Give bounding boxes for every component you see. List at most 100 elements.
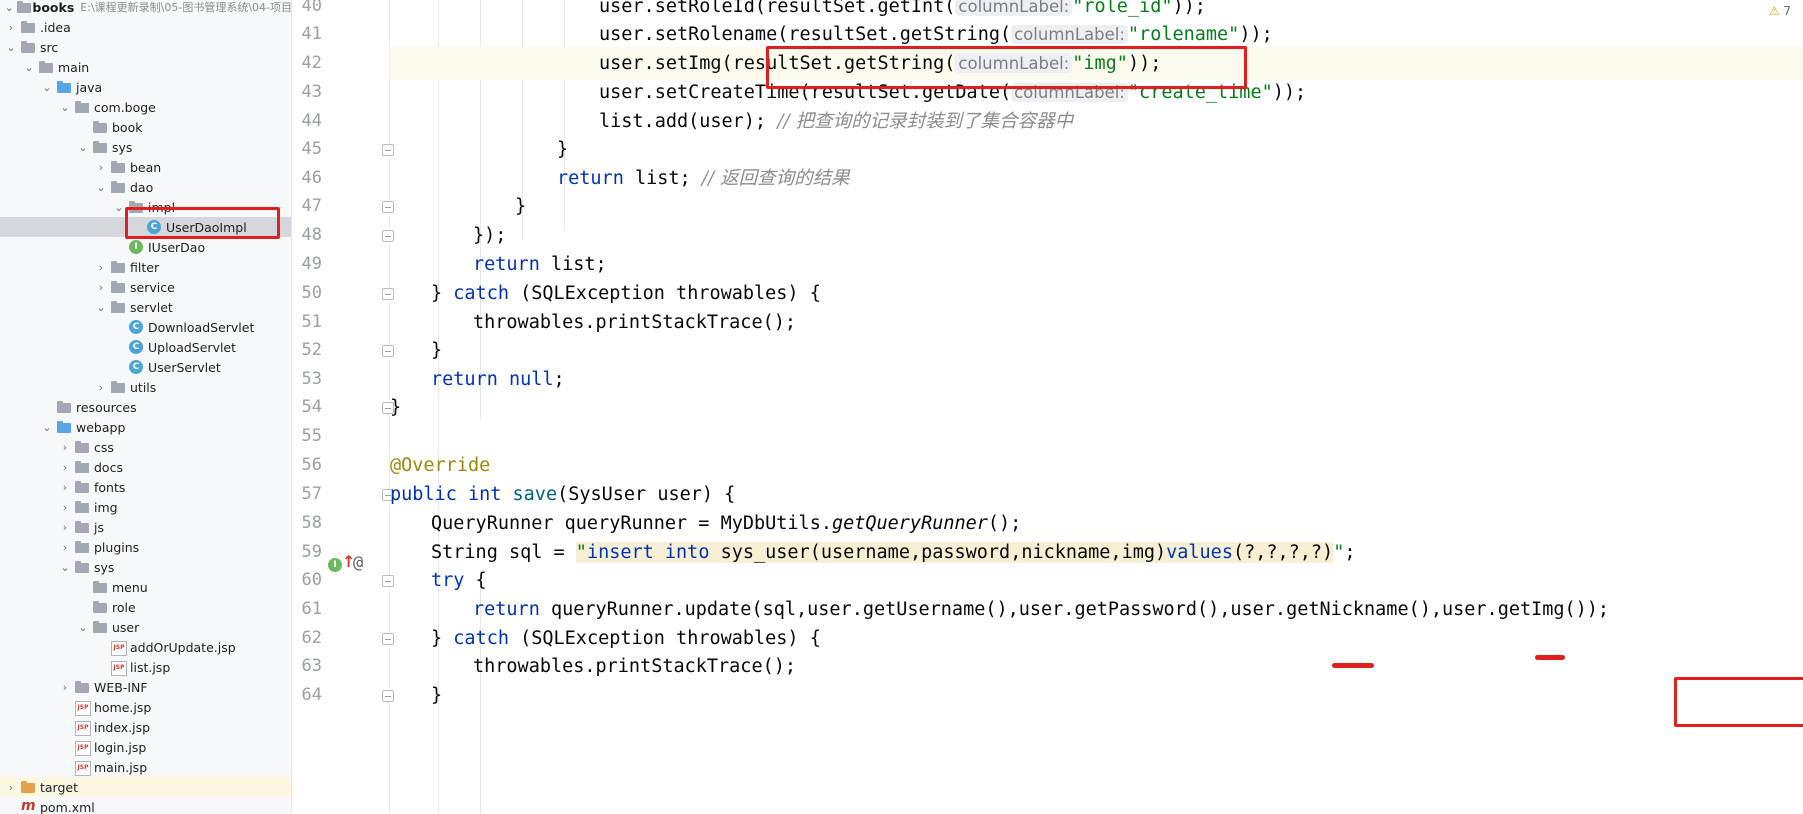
tree-item[interactable]: › bean <box>0 157 291 177</box>
code-editor[interactable]: I ↑ @ 40 41 42 43 44 45 46 47 48 49 50 51 52 53 54 55 56… <box>292 0 1803 814</box>
package-icon <box>110 260 126 274</box>
class-icon <box>128 360 144 374</box>
line-number: 51 <box>301 312 322 332</box>
chevron-right-icon[interactable]: › <box>94 281 108 294</box>
tree-item[interactable]: ·UserServlet <box>0 357 291 377</box>
tree-item[interactable]: › docs <box>0 457 291 477</box>
tree-item-label: fonts <box>94 479 126 495</box>
tree-item[interactable]: ·resources <box>0 397 291 417</box>
chevron-right-icon[interactable]: › <box>58 681 72 694</box>
line-number: 54 <box>301 397 322 417</box>
folder-icon <box>74 440 90 454</box>
chevron-down-icon[interactable]: ⌄ <box>112 201 126 214</box>
tree-item[interactable]: ·main.jsp <box>0 757 291 777</box>
tree-item[interactable]: ·addOrUpdate.jsp <box>0 637 291 657</box>
tree-item[interactable]: › WEB-INF <box>0 677 291 697</box>
chevron-down-icon[interactable]: ⌄ <box>40 81 54 94</box>
chevron-down-icon[interactable]: ⌄ <box>76 621 90 634</box>
chevron-right-icon[interactable]: › <box>58 481 72 494</box>
tree-item[interactable]: ·DownloadServlet <box>0 317 291 337</box>
chevron-right-icon[interactable]: › <box>94 381 108 394</box>
annotation-marker-icon[interactable]: @ <box>353 553 363 573</box>
tree-item[interactable]: › plugins <box>0 537 291 557</box>
tree-item[interactable]: › .idea <box>0 17 291 37</box>
implementation-marker-icon[interactable]: I <box>328 558 342 572</box>
tree-item[interactable]: ·book <box>0 117 291 137</box>
tree-item[interactable]: › css <box>0 437 291 457</box>
resources-folder-icon <box>56 400 72 414</box>
chevron-right-icon[interactable]: › <box>58 541 72 554</box>
tree-item-label: servlet <box>130 299 173 315</box>
chevron-down-icon[interactable]: ⌄ <box>58 101 72 114</box>
tree-item[interactable]: ·home.jsp <box>0 697 291 717</box>
tree-item-label: css <box>94 439 114 455</box>
tree-item-label: books <box>32 0 75 15</box>
line-number: 41 <box>301 24 322 44</box>
underline-placeholder <box>1535 655 1565 660</box>
interface-icon <box>128 240 144 254</box>
chevron-right-icon[interactable]: › <box>94 161 108 174</box>
folder-icon <box>74 520 90 534</box>
tree-item-label: filter <box>130 259 160 275</box>
tree-item[interactable]: ⌄ books E:\课程更新录制\05-图书管理系统\04-项目 <box>0 0 291 17</box>
tree-item[interactable]: ⌄ com.boge <box>0 97 291 117</box>
tree-item[interactable]: ·menu <box>0 577 291 597</box>
tree-item[interactable]: › service <box>0 277 291 297</box>
chevron-down-icon[interactable]: ⌄ <box>4 1 14 14</box>
chevron-down-icon[interactable]: ⌄ <box>94 181 108 194</box>
tree-item[interactable]: ⌄ user <box>0 617 291 637</box>
package-icon <box>92 140 108 154</box>
tree-item[interactable]: ·role <box>0 597 291 617</box>
tree-item-label: resources <box>76 399 137 415</box>
line-number: 49 <box>301 254 322 274</box>
tree-item[interactable]: ·pom.xml <box>0 797 291 814</box>
folder-icon <box>92 600 108 614</box>
chevron-down-icon[interactable]: ⌄ <box>40 421 54 434</box>
tree-item[interactable]: ⌄ webapp <box>0 417 291 437</box>
tree-item[interactable]: ⌄ dao <box>0 177 291 197</box>
tree-item[interactable]: ⌄ sys <box>0 137 291 157</box>
chevron-right-icon[interactable]: › <box>58 461 72 474</box>
tree-item[interactable]: ⌄ sys <box>0 557 291 577</box>
chevron-down-icon[interactable]: ⌄ <box>76 141 90 154</box>
tree-item[interactable]: › js <box>0 517 291 537</box>
tree-item[interactable]: ·IUserDao <box>0 237 291 257</box>
chevron-right-icon[interactable]: › <box>58 521 72 534</box>
param-hint: columnLabel: <box>1011 25 1128 44</box>
tree-item-label: book <box>112 119 143 135</box>
tree-item[interactable]: › filter <box>0 257 291 277</box>
chevron-down-icon[interactable]: ⌄ <box>94 301 108 314</box>
line-number: 48 <box>301 225 322 245</box>
line-number: 52 <box>301 340 322 360</box>
project-tree: ⌄ books E:\课程更新录制\05-图书管理系统\04-项目 › .idea ⌄ sr… <box>0 0 292 814</box>
tree-item[interactable]: ·index.jsp <box>0 717 291 737</box>
tree-item[interactable]: ⌄ main <box>0 57 291 77</box>
class-icon <box>128 340 144 354</box>
chevron-down-icon[interactable]: ⌄ <box>4 41 18 54</box>
tree-item[interactable]: › utils <box>0 377 291 397</box>
chevron-down-icon[interactable]: ⌄ <box>58 561 72 574</box>
folder-icon <box>74 540 90 554</box>
chevron-right-icon[interactable]: › <box>94 261 108 274</box>
tree-item[interactable]: ·login.jsp <box>0 737 291 757</box>
chevron-down-icon[interactable]: ⌄ <box>22 61 36 74</box>
tree-item[interactable]: › img <box>0 497 291 517</box>
tree-item[interactable]: ·list.jsp <box>0 657 291 677</box>
tree-item[interactable]: ⌄ servlet <box>0 297 291 317</box>
package-icon <box>92 120 108 134</box>
code-area[interactable]: user.setRoleId(resultSet.getInt(columnLa… <box>390 0 1803 814</box>
tree-item[interactable]: › target <box>0 777 291 797</box>
tree-item-label: home.jsp <box>94 699 152 715</box>
chevron-right-icon[interactable]: › <box>58 441 72 454</box>
chevron-right-icon[interactable]: › <box>4 781 18 794</box>
tree-item[interactable]: ⌄ src <box>0 37 291 57</box>
chevron-right-icon[interactable]: › <box>4 21 18 34</box>
tree-item[interactable]: ⌄ java <box>0 77 291 97</box>
line-number: 42 <box>301 53 322 73</box>
tree-item[interactable]: ·UploadServlet <box>0 337 291 357</box>
tree-item-label: UploadServlet <box>148 339 237 355</box>
line-number: 43 <box>301 82 322 102</box>
chevron-right-icon[interactable]: › <box>58 501 72 514</box>
tree-item-label: IUserDao <box>148 239 206 255</box>
tree-item[interactable]: › fonts <box>0 477 291 497</box>
